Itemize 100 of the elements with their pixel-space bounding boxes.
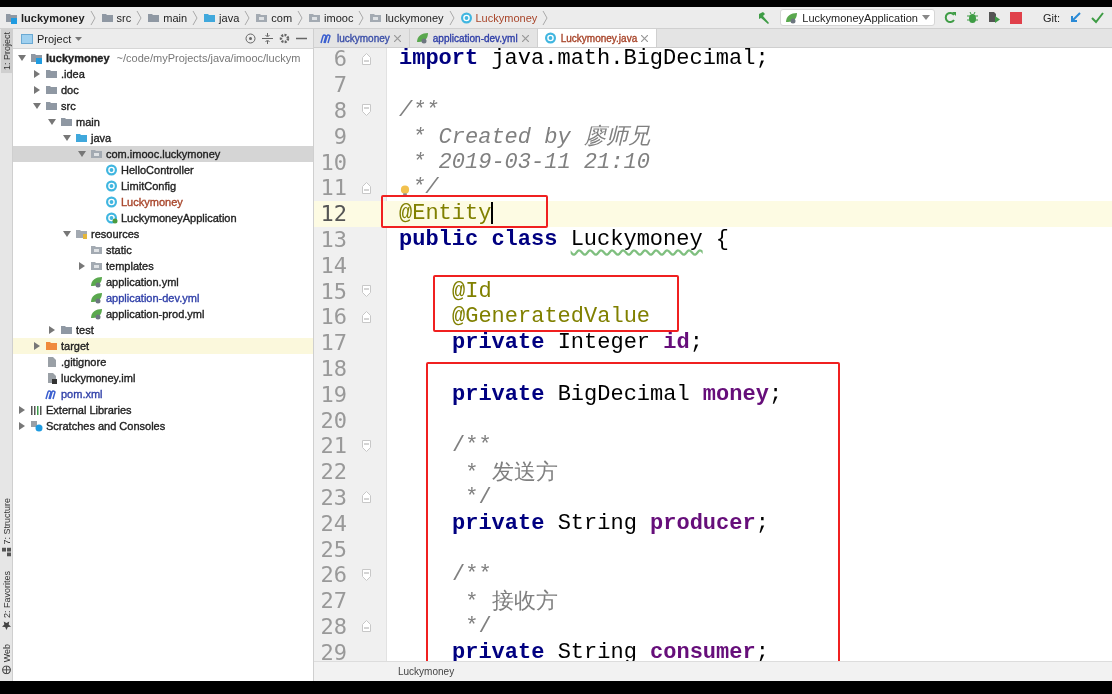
close-icon[interactable]	[393, 34, 401, 42]
tree-row[interactable]: LimitConfig	[13, 178, 313, 194]
folder-icon	[45, 84, 58, 96]
folder-icon	[369, 11, 383, 24]
class-icon	[105, 196, 118, 208]
code-line: */	[412, 175, 439, 201]
folder-icon	[90, 244, 103, 256]
chevron-icon	[135, 8, 144, 27]
tree-row[interactable]: main	[13, 114, 313, 130]
collapsed-arrow-icon[interactable]	[48, 326, 56, 334]
chevron-icon	[88, 8, 97, 27]
tree-row[interactable]: .gitignore	[13, 354, 313, 370]
tree-item-label: application-prod.yml	[106, 308, 205, 320]
folder-icon	[147, 11, 161, 24]
line-number: 9	[332, 123, 347, 149]
tree-row[interactable]: luckymoney ~/code/myProjects/java/imooc/luckym	[13, 50, 313, 66]
stop-icon[interactable]	[1009, 11, 1022, 24]
close-icon[interactable]	[641, 34, 649, 42]
hammer-icon[interactable]	[757, 10, 772, 25]
tree-row[interactable]: doc	[13, 82, 313, 98]
tree-row[interactable]: resources	[13, 226, 313, 242]
tree-row[interactable]: External Libraries	[13, 402, 313, 418]
tree-row[interactable]: application-prod.yml	[13, 306, 313, 322]
tool-window-button[interactable]: Web	[0, 640, 12, 677]
tool-window-button[interactable]: 7: Structure	[0, 495, 12, 560]
tool-window-button[interactable]: 2: Favorites	[0, 567, 12, 633]
collapsed-arrow-icon[interactable]	[33, 70, 41, 78]
code-editor[interactable]	[314, 48, 1112, 661]
tree-row[interactable]: LuckymoneyApplication	[13, 210, 313, 226]
project-view-dropdown[interactable]: Project	[21, 32, 83, 45]
expanded-arrow-icon[interactable]	[48, 118, 56, 126]
breadcrumb-item[interactable]: src	[99, 11, 133, 24]
commit-check-icon[interactable]	[1091, 11, 1104, 24]
class-icon	[543, 32, 557, 44]
collapsed-arrow-icon[interactable]	[78, 262, 86, 270]
expanded-arrow-icon[interactable]	[33, 102, 41, 110]
tree-item-label: Luckymoney	[121, 196, 183, 208]
collapsed-arrow-icon[interactable]	[33, 86, 41, 94]
tree-row[interactable]: com.imooc.luckymoney	[13, 146, 313, 162]
tree-item-label: application-dev.yml	[106, 292, 200, 304]
class-icon	[105, 164, 118, 176]
breadcrumb-item[interactable]: luckymoney	[4, 11, 86, 24]
tree-item-label: java	[91, 132, 112, 144]
settings-icon[interactable]	[279, 33, 290, 44]
breadcrumb-item[interactable]: com	[254, 11, 294, 24]
folder-icon	[203, 11, 217, 24]
editor-breadcrumb: Luckymoney	[398, 666, 455, 677]
collapsed-arrow-icon[interactable]	[33, 342, 41, 350]
chevron-icon	[243, 8, 252, 27]
tree-item-label: luckymoney	[46, 52, 110, 64]
chevron-icon	[296, 8, 305, 27]
update-arrow-icon[interactable]	[1069, 11, 1082, 24]
breadcrumb-item[interactable]: main	[146, 11, 189, 24]
bug-icon[interactable]	[965, 11, 979, 24]
close-icon[interactable]	[521, 34, 529, 42]
breadcrumb-item[interactable]: imooc	[307, 11, 355, 24]
tree-item-label: Scratches and Consoles	[46, 420, 166, 432]
line-number: 21	[319, 433, 347, 459]
rerun-icon[interactable]	[943, 11, 957, 24]
locate-icon[interactable]	[245, 33, 256, 44]
tree-row[interactable]: application.yml	[13, 274, 313, 290]
tree-row[interactable]: pom.xml	[13, 386, 313, 402]
run-configuration-dropdown[interactable]: LuckymoneyApplication	[780, 9, 935, 26]
tool-window-button[interactable]: 1: Project	[0, 29, 12, 74]
tree-row[interactable]: application-dev.yml	[13, 290, 313, 306]
window-icon	[21, 33, 33, 44]
breadcrumb-item[interactable]: luckymoney	[368, 11, 445, 24]
line-number: 20	[319, 407, 347, 433]
line-number: 13	[319, 226, 347, 252]
tree-row[interactable]: static	[13, 242, 313, 258]
code-line: /**	[452, 433, 492, 459]
expanded-arrow-icon[interactable]	[63, 134, 71, 142]
star-icon	[1, 620, 11, 630]
tree-row[interactable]: Luckymoney	[13, 194, 313, 210]
coverage-icon[interactable]	[987, 11, 1001, 24]
collapse-all-icon[interactable]	[262, 33, 273, 44]
collapsed-arrow-icon[interactable]	[18, 422, 26, 430]
tree-item-label: External Libraries	[46, 404, 132, 416]
breadcrumb-item[interactable]: java	[202, 11, 241, 24]
breadcrumb-item[interactable]: Luckymoney	[458, 11, 539, 24]
collapsed-arrow-icon[interactable]	[18, 406, 26, 414]
tree-row[interactable]: luckymoney.iml	[13, 370, 313, 386]
editor-tab[interactable]: Luckymoney.java	[537, 29, 658, 47]
code-line: private String producer;	[452, 510, 769, 536]
expanded-arrow-icon[interactable]	[18, 54, 26, 62]
tree-row[interactable]: src	[13, 98, 313, 114]
tree-row[interactable]: java	[13, 130, 313, 146]
tree-row[interactable]: Scratches and Consoles	[13, 418, 313, 434]
folder-icon	[90, 148, 103, 160]
tree-item-label: pom.xml	[61, 388, 103, 400]
expanded-arrow-icon[interactable]	[63, 230, 71, 238]
line-number: 22	[319, 459, 347, 485]
tree-row[interactable]: HelloController	[13, 162, 313, 178]
tree-row[interactable]: target	[13, 338, 313, 354]
tree-row[interactable]: .idea	[13, 66, 313, 82]
class-icon	[105, 180, 118, 192]
tree-row[interactable]: test	[13, 322, 313, 338]
tree-row[interactable]: templates	[13, 258, 313, 274]
expanded-arrow-icon[interactable]	[78, 150, 86, 158]
tree-item-label: target	[61, 340, 90, 352]
